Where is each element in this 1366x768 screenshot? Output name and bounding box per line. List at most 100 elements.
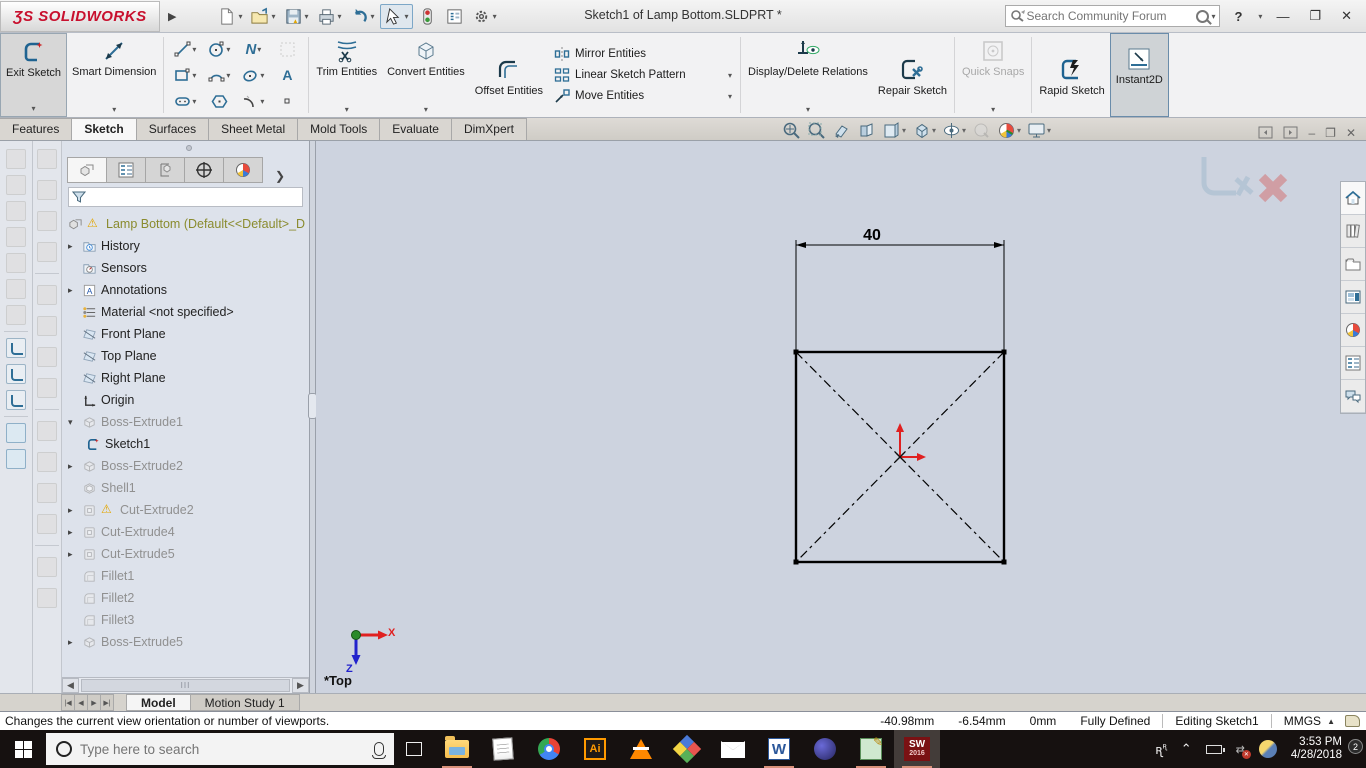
notepad-plus-plus-taskbar-icon[interactable] <box>848 730 894 768</box>
exit-sketch-dropdown-icon[interactable]: ▾ <box>32 103 36 115</box>
confirmation-corner[interactable] <box>1196 149 1306 219</box>
tree-item-history[interactable]: ▸ History <box>62 235 309 257</box>
toolbar-icon[interactable] <box>37 514 57 534</box>
vlc-taskbar-icon[interactable] <box>618 730 664 768</box>
toolbar-icon[interactable] <box>37 483 57 503</box>
tree-item-part-root[interactable]: ⚠ Lamp Bottom (Default<<Default>_D <box>62 213 309 235</box>
toolbar-icon[interactable] <box>6 149 26 169</box>
chrome-taskbar-icon[interactable] <box>526 730 572 768</box>
move-entities-button[interactable]: Move Entities ▾ <box>554 88 732 104</box>
line-tool[interactable]: ▾ <box>168 36 202 62</box>
toolbar-icon[interactable] <box>6 227 26 247</box>
tab-model[interactable]: Model <box>126 694 191 711</box>
expand-arrow-icon[interactable]: ▸ <box>68 285 78 296</box>
tree-item-top-plane[interactable]: Top Plane <box>62 345 309 367</box>
weather-icon[interactable] <box>1258 740 1277 758</box>
arc-tool[interactable]: ▾ <box>202 62 236 88</box>
toolbar-icon[interactable] <box>37 211 57 231</box>
tree-filter-input[interactable] <box>90 189 299 205</box>
tab-displaymanager[interactable] <box>223 157 263 183</box>
sketch-text-tool[interactable]: A <box>270 62 304 88</box>
file-explorer-taskbar-icon[interactable] <box>434 730 480 768</box>
previous-document-icon[interactable] <box>1258 125 1273 140</box>
instant2d-button[interactable]: Instant2D <box>1109 33 1169 117</box>
settings-gear-button[interactable]: ▾ <box>469 5 500 28</box>
prev-tab-icon[interactable]: ◀ <box>74 694 88 711</box>
task-view-button[interactable] <box>394 742 434 756</box>
tree-item-boss-extrude5[interactable]: ▸ Boss-Extrude5 <box>62 631 309 653</box>
tree-item-sketch1[interactable]: Sketch1 <box>62 433 309 455</box>
save-button[interactable]: ▾ <box>281 5 312 28</box>
tree-item-cut-extrude5[interactable]: ▸ Cut-Extrude5 <box>62 543 309 565</box>
start-button[interactable] <box>0 730 46 768</box>
tree-item-sensors[interactable]: Sensors <box>62 257 309 279</box>
slot-tool[interactable]: ▾ <box>168 88 202 114</box>
tab-configurationmanager[interactable] <box>145 157 185 183</box>
tree-item-cut-extrude2[interactable]: ▸ ⚠ Cut-Extrude2 <box>62 499 309 521</box>
people-icon[interactable]: ꭆꭆ <box>1155 740 1166 758</box>
zoom-to-fit-icon[interactable] <box>782 121 801 140</box>
panel-expand-arrow-icon[interactable]: ❯ <box>275 169 285 183</box>
expand-arrow-icon[interactable]: ▸ <box>68 461 78 472</box>
expand-arrow-icon[interactable]: ▸ <box>68 505 78 516</box>
next-tab-icon[interactable]: ▶ <box>87 694 101 711</box>
search-dropdown-icon[interactable]: ▾ <box>1211 12 1215 21</box>
offset-entities-button[interactable]: Offset Entities <box>470 33 548 117</box>
expand-arrow-icon[interactable]: ▸ <box>68 549 78 560</box>
dimension-value[interactable]: 40 <box>846 227 898 245</box>
tab-surfaces[interactable]: Surfaces <box>135 118 210 140</box>
close-button[interactable]: ✕ <box>1335 8 1358 24</box>
tab-sheet-metal[interactable]: Sheet Metal <box>208 118 299 140</box>
search-icon[interactable] <box>1196 9 1210 23</box>
toolbar-icon[interactable] <box>6 279 26 299</box>
convert-entities-button[interactable]: Convert Entities ▾ <box>382 33 470 117</box>
tab-dimxpert[interactable]: DimXpert <box>450 118 527 140</box>
git-extensions-taskbar-icon[interactable] <box>664 730 710 768</box>
previous-view-icon[interactable] <box>832 121 851 140</box>
tab-features[interactable]: Features <box>0 118 73 140</box>
view-palette-icon[interactable] <box>1341 281 1365 314</box>
new-document-button[interactable]: ▾ <box>214 5 245 28</box>
toolbar-icon[interactable] <box>6 305 26 325</box>
doc-restore-button[interactable]: ❐ <box>1325 126 1336 140</box>
rectangle-tool[interactable]: ▾ <box>168 62 202 88</box>
tree-item-cut-extrude4[interactable]: ▸ Cut-Extrude4 <box>62 521 309 543</box>
smart-dimension-dropdown-icon[interactable]: ▾ <box>112 104 116 116</box>
select-tool-button[interactable]: ▾ <box>379 3 413 29</box>
tags-icon[interactable] <box>1345 715 1360 727</box>
zoom-to-area-icon[interactable] <box>807 121 826 140</box>
mail-taskbar-icon[interactable] <box>710 730 756 768</box>
linear-pattern-dropdown-icon[interactable]: ▾ <box>728 71 732 80</box>
next-document-icon[interactable] <box>1283 125 1298 140</box>
tab-mold-tools[interactable]: Mold Tools <box>297 118 381 140</box>
battery-icon[interactable] <box>1205 744 1225 754</box>
tab-motion-study-1[interactable]: Motion Study 1 <box>189 694 300 711</box>
sketch-fillet-tool[interactable]: ▾ <box>236 88 270 114</box>
home-icon[interactable] <box>1341 182 1365 215</box>
tree-item-fillet1[interactable]: Fillet1 <box>62 565 309 587</box>
print-button[interactable]: ▾ <box>314 5 345 28</box>
appearances-icon[interactable] <box>1341 314 1365 347</box>
spline-tool[interactable]: N ▾ <box>236 36 270 62</box>
expand-arrow-icon[interactable]: ▸ <box>68 241 78 252</box>
view-settings-icon[interactable]: ▾ <box>1027 121 1051 140</box>
doc-minimize-button[interactable]: – <box>1308 126 1315 140</box>
tab-featuremanager-tree[interactable] <box>67 157 107 183</box>
toolbar-icon[interactable] <box>6 253 26 273</box>
graphics-viewport[interactable]: 40 *Top X Z <box>316 141 1366 693</box>
tree-item-shell1[interactable]: Shell1 <box>62 477 309 499</box>
rapid-sketch-button[interactable]: Rapid Sketch <box>1034 33 1109 117</box>
performance-evaluation-icon[interactable] <box>415 5 440 28</box>
scroll-left-icon[interactable]: ◀ <box>62 678 79 693</box>
toolbar-icon[interactable] <box>6 201 26 221</box>
doc-close-button[interactable]: ✕ <box>1346 126 1356 140</box>
move-viewport-tool-icon[interactable] <box>6 390 26 410</box>
polygon-tool[interactable] <box>202 88 236 114</box>
trim-entities-dropdown-icon[interactable]: ▾ <box>345 104 349 116</box>
taskbar-search-input[interactable] <box>80 741 366 757</box>
tree-item-front-plane[interactable]: Front Plane <box>62 323 309 345</box>
toolbar-icon[interactable] <box>37 452 57 472</box>
expand-arrow-icon[interactable]: ▸ <box>68 637 78 648</box>
first-tab-icon[interactable]: |◀ <box>61 694 75 711</box>
sync-error-icon[interactable]: ⇄ <box>1236 743 1252 759</box>
